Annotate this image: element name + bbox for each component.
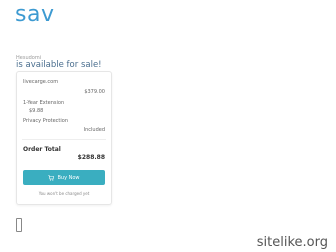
order-total-value: $288.88 [77, 154, 105, 161]
order-card: livecarge.com $379.00 1-Year Extension $… [16, 71, 112, 205]
cart-icon [48, 174, 55, 181]
privacy-label: Privacy Protection [23, 118, 68, 124]
sale-headline: is available for sale! [16, 60, 102, 70]
buy-now-button[interactable]: Buy Now [23, 170, 105, 185]
charge-note: You won't be charged yet [38, 191, 90, 196]
extension-price: $9.88 [29, 108, 44, 114]
domain-name: livecarge.com [23, 79, 59, 85]
watermark: sitelike.org [256, 235, 328, 250]
extension-label: 1-Year Extension [23, 100, 65, 106]
buy-now-label: Buy Now [57, 174, 80, 181]
domain-price: $379.00 [84, 89, 105, 95]
order-total-label: Order Total [23, 146, 61, 153]
site-logo[interactable]: sav [15, 2, 54, 27]
privacy-value: Included [83, 127, 105, 133]
divider [22, 139, 106, 140]
placeholder-box [16, 218, 22, 232]
